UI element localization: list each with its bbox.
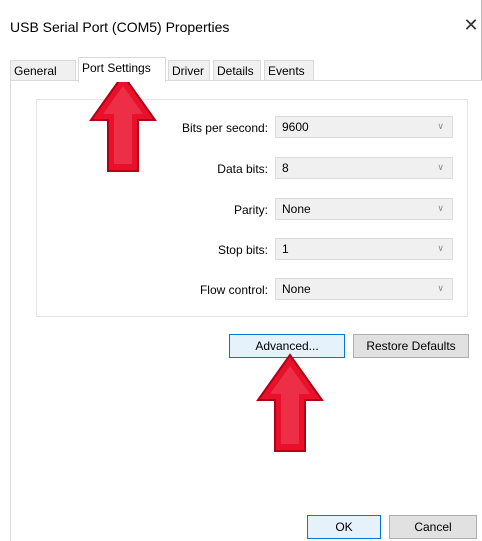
- tab-events[interactable]: Events: [264, 60, 314, 80]
- close-icon[interactable]: ✕: [460, 14, 482, 36]
- annotation-arrow-up-icon: [256, 353, 324, 452]
- tab-driver[interactable]: Driver: [168, 60, 210, 80]
- parity-select[interactable]: None ∨: [275, 198, 453, 220]
- annotation-arrow-up-icon: [89, 73, 157, 172]
- data-bits-value: 8: [282, 161, 289, 175]
- bits-per-second-label: Bits per second:: [181, 121, 268, 135]
- restore-defaults-button[interactable]: Restore Defaults: [353, 334, 469, 358]
- flow-control-select[interactable]: None ∨: [275, 278, 453, 300]
- cancel-button[interactable]: Cancel: [389, 515, 477, 539]
- chevron-down-icon: ∨: [437, 162, 444, 172]
- bits-per-second-value: 9600: [282, 120, 309, 134]
- parity-value: None: [282, 202, 311, 216]
- stop-bits-select[interactable]: 1 ∨: [275, 238, 453, 260]
- chevron-down-icon: ∨: [437, 203, 444, 213]
- parity-label: Parity:: [233, 203, 268, 217]
- tab-details[interactable]: Details: [213, 60, 261, 80]
- chevron-down-icon: ∨: [437, 283, 444, 293]
- properties-dialog: USB Serial Port (COM5) Properties ✕ Gene…: [0, 0, 482, 541]
- tab-bar: General Port Settings Driver Details Eve…: [10, 57, 482, 82]
- chevron-down-icon: ∨: [437, 243, 444, 253]
- flow-control-label: Flow control:: [199, 283, 268, 297]
- window-title: USB Serial Port (COM5) Properties: [10, 19, 230, 35]
- tab-general[interactable]: General: [10, 60, 76, 80]
- tab-port-settings[interactable]: Port Settings: [78, 57, 166, 82]
- flow-control-value: None: [282, 282, 311, 296]
- bits-per-second-select[interactable]: 9600 ∨: [275, 116, 453, 138]
- stop-bits-label: Stop bits:: [217, 243, 268, 257]
- data-bits-label: Data bits:: [217, 162, 268, 176]
- data-bits-select[interactable]: 8 ∨: [275, 157, 453, 179]
- ok-button[interactable]: OK: [307, 515, 381, 539]
- stop-bits-value: 1: [282, 242, 289, 256]
- chevron-down-icon: ∨: [437, 121, 444, 131]
